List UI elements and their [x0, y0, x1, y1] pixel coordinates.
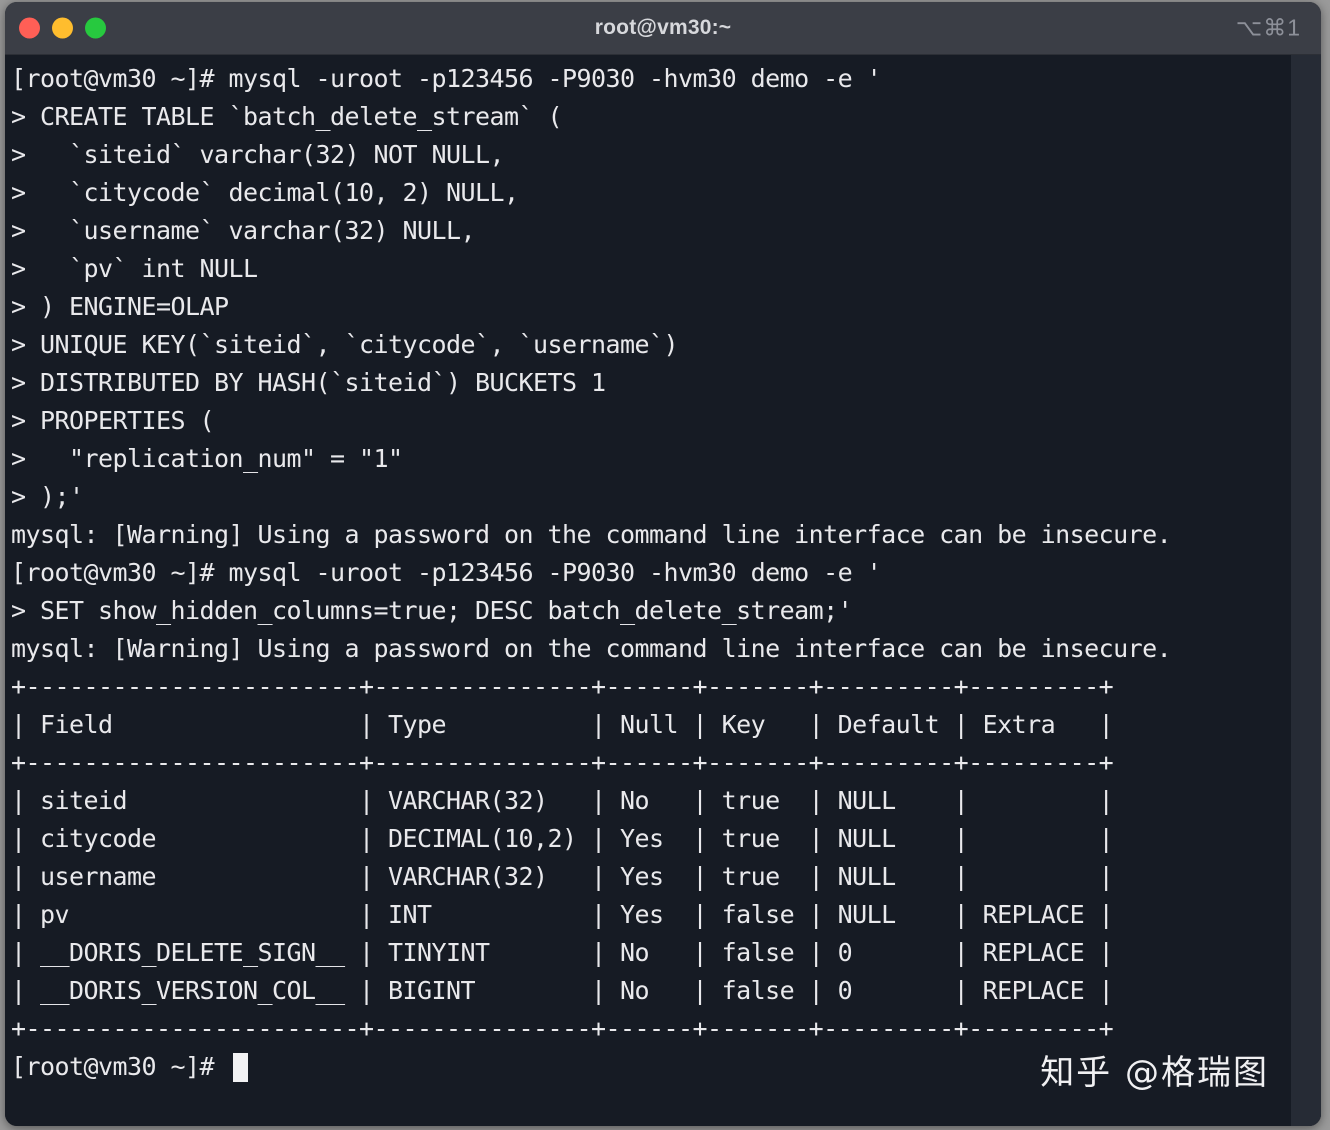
screenshot-root: root@vm30:~ ⌥⌘1 [root@vm30 ~]# mysql -ur… [0, 0, 1330, 1130]
keyboard-shortcut-indicator: ⌥⌘1 [1235, 14, 1301, 41]
terminal-line: > UNIQUE KEY(`siteid`, `citycode`, `user… [11, 330, 679, 359]
watermark: 知乎 @格瑞图 [1040, 1053, 1269, 1093]
terminal-line: +-----------------------+---------------… [11, 748, 1114, 777]
terminal-line: +-----------------------+---------------… [11, 672, 1114, 701]
terminal-line: > );' [11, 482, 84, 511]
minimize-button[interactable] [52, 17, 73, 39]
terminal-line: > CREATE TABLE `batch_delete_stream` ( [11, 102, 563, 131]
terminal-line: | __DORIS_VERSION_COL__ | BIGINT | No | … [11, 976, 1114, 1005]
terminal-line: > "replication_num" = "1" [11, 444, 403, 473]
shell-prompt: [root@vm30 ~]# [11, 1052, 229, 1081]
terminal-line: > `username` varchar(32) NULL, [11, 216, 476, 245]
text-cursor [232, 1052, 248, 1082]
terminal-line: | citycode | DECIMAL(10,2) | Yes | true … [11, 824, 1114, 853]
terminal-line: | __DORIS_DELETE_SIGN__ | TINYINT | No |… [11, 938, 1114, 967]
terminal-line: > PROPERTIES ( [11, 406, 215, 435]
terminal-line: mysql: [Warning] Using a password on the… [11, 634, 1172, 663]
terminal-line: | Field | Type | Null | Key | Default | … [11, 710, 1114, 739]
terminal-line: [root@vm30 ~]# mysql -uroot -p123456 -P9… [11, 64, 882, 93]
terminal-line: | siteid | VARCHAR(32) | No | true | NUL… [11, 786, 1114, 815]
terminal-line: | username | VARCHAR(32) | Yes | true | … [11, 862, 1114, 891]
window-title: root@vm30:~ [594, 16, 732, 39]
terminal-line: > SET show_hidden_columns=true; DESC bat… [11, 596, 853, 625]
terminal-body[interactable]: [root@vm30 ~]# mysql -uroot -p123456 -P9… [5, 55, 1321, 1126]
terminal-line: > `siteid` varchar(32) NOT NULL, [11, 140, 505, 169]
terminal-line: > `pv` int NULL [11, 254, 258, 283]
terminal-output[interactable]: [root@vm30 ~]# mysql -uroot -p123456 -P9… [5, 55, 1291, 1126]
terminal-line: > ) ENGINE=OLAP [11, 292, 229, 321]
terminal-scrollbar[interactable] [1291, 55, 1321, 1126]
terminal-line: > DISTRIBUTED BY HASH(`siteid`) BUCKETS … [11, 368, 606, 397]
close-button[interactable] [19, 17, 40, 39]
terminal-line: > `citycode` decimal(10, 2) NULL, [11, 178, 519, 207]
terminal-window: root@vm30:~ ⌥⌘1 [root@vm30 ~]# mysql -ur… [5, 2, 1321, 1126]
maximize-button[interactable] [85, 17, 106, 39]
terminal-line: mysql: [Warning] Using a password on the… [11, 520, 1172, 549]
terminal-line: [root@vm30 ~]# mysql -uroot -p123456 -P9… [11, 558, 882, 587]
terminal-line: | pv | INT | Yes | false | NULL | REPLAC… [11, 900, 1114, 929]
window-titlebar[interactable]: root@vm30:~ ⌥⌘1 [5, 2, 1321, 55]
terminal-line: +-----------------------+---------------… [11, 1014, 1114, 1043]
traffic-lights [19, 17, 106, 39]
